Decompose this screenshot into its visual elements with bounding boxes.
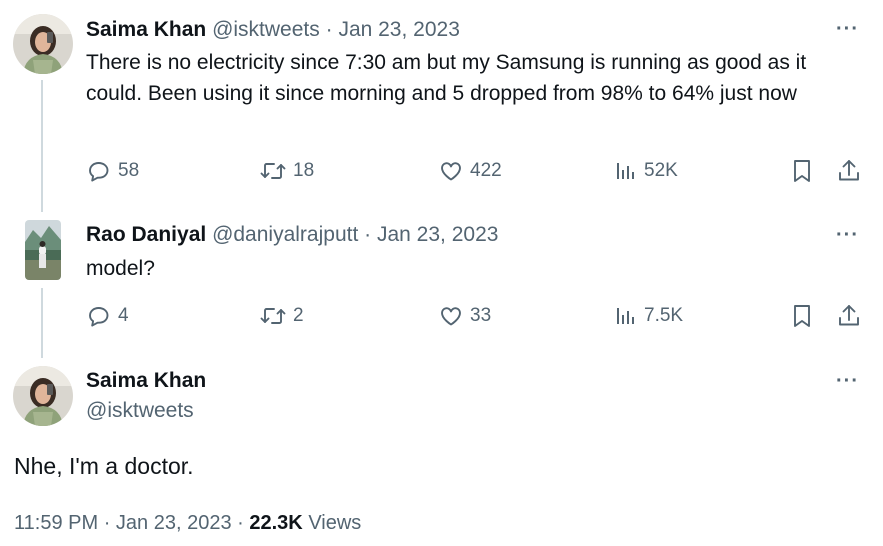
thread-line [41,80,43,212]
reply-icon [86,159,118,183]
tweet-meta: 11:59 PM · Jan 23, 2023 · 22.3K Views [14,510,361,536]
more-icon[interactable]: ··· [836,19,859,39]
author-handle[interactable]: @daniyalrajputt [212,223,358,246]
like-count: 33 [470,305,492,326]
action-bar: 58 18 422 52K [86,156,866,186]
tweet-date[interactable]: Jan 23, 2023 [338,18,459,41]
reply-button[interactable]: 4 [86,301,129,331]
reply-count: 58 [118,160,140,181]
share-button[interactable] [836,156,862,186]
like-button[interactable]: 33 [438,301,491,331]
repost-count: 2 [293,305,304,326]
heart-icon [438,159,470,183]
repost-icon [259,304,293,328]
separator: · [325,18,333,41]
author-name[interactable]: Saima Khan [86,18,206,41]
bookmark-button[interactable] [790,156,814,186]
tweet-text: Nhe, I'm a doctor. [14,453,194,479]
views-count: 52K [644,160,678,181]
more-icon[interactable]: ··· [836,225,859,245]
tweet-text: model? [86,257,155,280]
more-icon[interactable]: ··· [836,371,859,391]
tweet-header: Saima Khan @isktweets · Jan 23, 2023 [86,17,460,43]
views-icon [614,159,644,183]
tweet-text: There is no electricity since 7:30 am bu… [86,51,807,105]
share-icon [836,158,862,184]
views-button[interactable]: 7.5K [614,301,683,331]
tweet-header: Rao Daniyal @daniyalrajputt · Jan 23, 20… [86,222,498,248]
bookmark-button[interactable] [790,301,814,331]
share-button[interactable] [836,301,862,331]
thread-line [41,288,43,358]
author-handle[interactable]: @isktweets [86,398,194,424]
views-button[interactable]: 52K [614,156,678,186]
action-bar: 4 2 33 7.5K [86,301,866,331]
separator: · [364,223,372,246]
share-icon [836,303,862,329]
reply-button[interactable]: 58 [86,156,139,186]
avatar[interactable] [13,366,73,426]
tweet-date[interactable]: Jan 23, 2023 [377,223,498,246]
separator: · [237,512,244,534]
avatar[interactable] [25,220,61,280]
views-icon [614,304,644,328]
avatar[interactable] [13,14,73,74]
author-name[interactable]: Rao Daniyal [86,223,206,246]
reply-icon [86,304,118,328]
author-handle[interactable]: @isktweets [212,18,320,41]
like-button[interactable]: 422 [438,156,502,186]
separator: · [103,512,111,534]
views-count: 22.3K [249,512,303,534]
repost-count: 18 [293,160,315,181]
repost-button[interactable]: 18 [259,156,314,186]
views-label: Views [308,512,362,534]
bookmark-icon [790,303,814,329]
author-name[interactable]: Saima Khan [86,368,206,394]
tweet-date[interactable]: Jan 23, 2023 [116,512,232,534]
bookmark-icon [790,158,814,184]
tweet-time[interactable]: 11:59 PM [14,512,98,534]
reply-count: 4 [118,305,129,326]
repost-button[interactable]: 2 [259,301,304,331]
like-count: 422 [470,160,502,181]
repost-icon [259,159,293,183]
views-count: 7.5K [644,305,684,326]
heart-icon [438,304,470,328]
